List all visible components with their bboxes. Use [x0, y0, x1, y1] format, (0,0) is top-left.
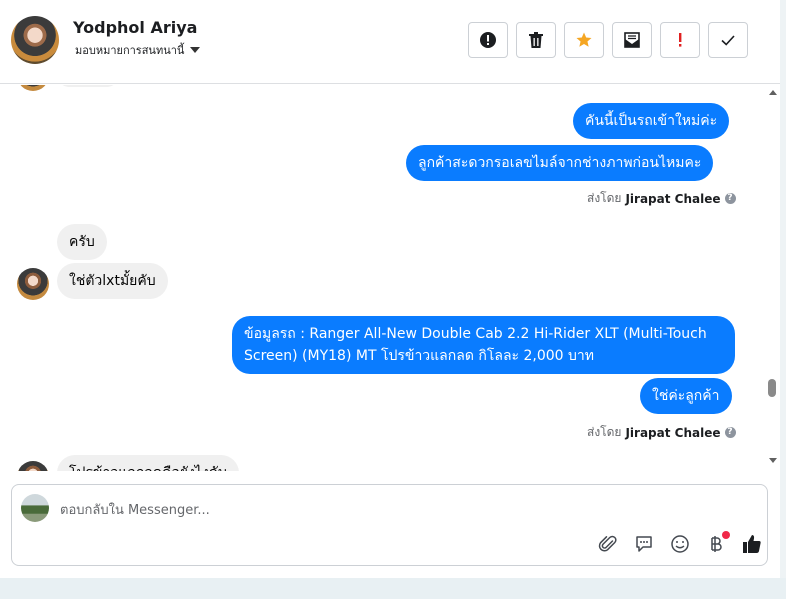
- like-button[interactable]: [734, 529, 770, 559]
- window-bottom-strip: [0, 578, 786, 599]
- paperclip-icon: [598, 535, 617, 552]
- message-line: ข้อมูลรถ : Ranger All-New Double Cab 2.2…: [244, 326, 707, 342]
- scrollbar-thumb[interactable]: [768, 379, 776, 397]
- question-icon[interactable]: ?: [724, 427, 736, 438]
- alert-circle-icon: [480, 32, 496, 48]
- conversation-panel: Yodphol Ariya มอบหมายการสนทนานี้ คันนี้เ…: [0, 0, 780, 578]
- exclamation-icon: [679, 33, 682, 47]
- outgoing-message[interactable]: ลูกค้าสะดวกรอเลขไมล์จากช่างภาพก่อนไหมคะ: [406, 145, 714, 181]
- message-scrollbar[interactable]: [766, 85, 780, 471]
- reply-input[interactable]: ตอบกลับใน Messenger...: [60, 499, 210, 520]
- mark-unread-button[interactable]: [612, 22, 652, 58]
- saved-replies-button[interactable]: [626, 529, 662, 559]
- outgoing-message[interactable]: คันนี้เป็นรถเข้าใหม่ค่ะ: [573, 103, 730, 139]
- mail-icon: [624, 32, 640, 48]
- message-line: Screen) (MY18) MT โปรข้าวแลกลด กิโลละ 2,…: [244, 348, 594, 364]
- composer-tools: [590, 529, 770, 559]
- notification-dot: [722, 531, 730, 539]
- assign-conversation-dropdown[interactable]: มอบหมายการสนทนานี้: [75, 41, 201, 59]
- speech-bubble-icon: [636, 536, 652, 552]
- delete-button[interactable]: [516, 22, 556, 58]
- page-avatar: [21, 494, 49, 522]
- incoming-message[interactable]: โปรข้าวแลกลดคือยังไงคับ: [57, 455, 239, 471]
- scroll-up-icon[interactable]: [769, 90, 777, 95]
- smiley-icon: [671, 535, 689, 553]
- mark-spam-button[interactable]: [468, 22, 508, 58]
- assign-label: มอบหมายการสนทนานี้: [75, 44, 185, 57]
- contact-mini-avatar: [17, 85, 49, 91]
- sent-by-label: ส่งโดย Jirapat Chalee ?: [587, 423, 736, 442]
- outgoing-message[interactable]: ข้อมูลรถ : Ranger All-New Double Cab 2.2…: [232, 316, 735, 374]
- emoji-button[interactable]: [662, 529, 698, 559]
- contact-mini-avatar[interactable]: [17, 461, 49, 471]
- conversation-header: Yodphol Ariya มอบหมายการสนทนานี้: [0, 0, 780, 84]
- sent-by-prefix: ส่งโดย: [587, 425, 622, 439]
- mark-done-button[interactable]: [708, 22, 748, 58]
- outgoing-message[interactable]: ใช่ค่ะลูกค้า: [640, 378, 732, 414]
- trash-icon: [529, 32, 543, 48]
- star-icon: [576, 32, 592, 47]
- scroll-down-icon[interactable]: [769, 458, 777, 463]
- question-icon[interactable]: ?: [724, 193, 736, 204]
- sent-by-prefix: ส่งโดย: [587, 191, 622, 205]
- header-actions: [468, 22, 748, 58]
- incoming-message[interactable]: ใช่ตัวlxtมั้ยคับ: [57, 263, 168, 299]
- partial-incoming-bubble: [58, 85, 118, 87]
- caret-down-icon: [190, 47, 201, 53]
- contact-mini-avatar[interactable]: [17, 268, 49, 300]
- payment-button[interactable]: [698, 529, 734, 559]
- attach-button[interactable]: [590, 529, 626, 559]
- incoming-message[interactable]: ครับ: [57, 224, 107, 260]
- contact-name[interactable]: Yodphol Ariya: [73, 18, 197, 37]
- sent-by-label: ส่งโดย Jirapat Chalee ?: [587, 189, 736, 208]
- window-edge: [780, 0, 786, 578]
- sender-name: Jirapat Chalee: [625, 425, 721, 440]
- message-thread[interactable]: คันนี้เป็นรถเข้าใหม่ค่ะ ลูกค้าสะดวกรอเลข…: [0, 85, 766, 471]
- contact-avatar[interactable]: [11, 16, 59, 64]
- reply-composer[interactable]: ตอบกลับใน Messenger...: [11, 484, 768, 566]
- check-icon: [721, 35, 735, 46]
- star-button[interactable]: [564, 22, 604, 58]
- thumbs-up-icon: [743, 535, 761, 553]
- sender-name: Jirapat Chalee: [625, 191, 721, 206]
- follow-up-button[interactable]: [660, 22, 700, 58]
